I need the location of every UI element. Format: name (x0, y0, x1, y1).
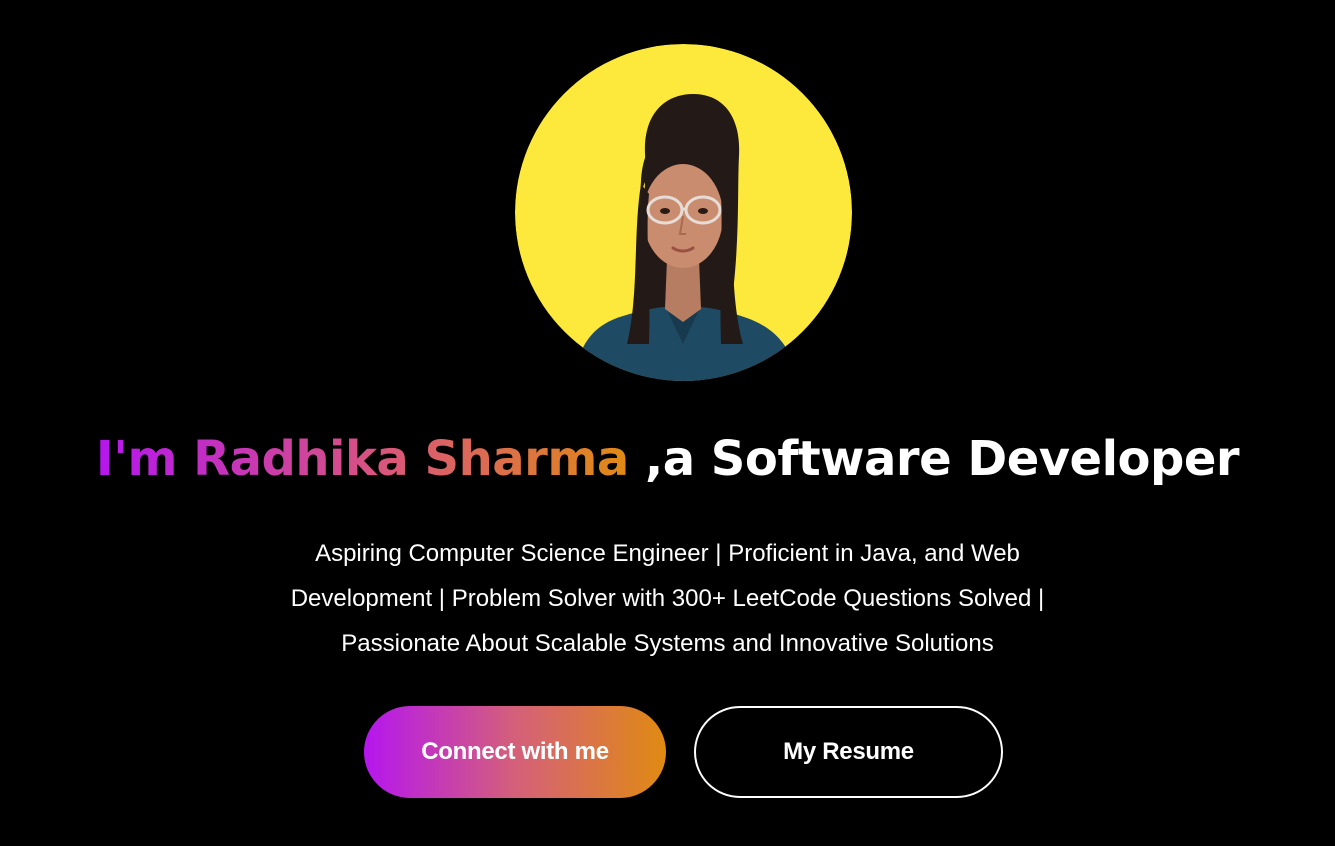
profile-avatar (515, 44, 852, 381)
tagline-line: Aspiring Computer Science Engineer | Pro… (315, 540, 1020, 567)
tagline: Aspiring Computer Science Engineer | Pro… (240, 531, 1095, 666)
tagline-line: Passionate About Scalable Systems and In… (341, 630, 994, 657)
my-resume-button[interactable]: My Resume (694, 706, 1003, 798)
connect-button-label: Connect with me (421, 738, 609, 765)
profile-photo-icon (515, 44, 852, 381)
connect-with-me-button[interactable]: Connect with me (364, 706, 666, 798)
headline-name: I'm Radhika Sharma (95, 431, 629, 487)
hero-section: I'm Radhika Sharma ,a Software Developer… (0, 0, 1335, 846)
page-title: I'm Radhika Sharma ,a Software Developer (0, 424, 1335, 494)
resume-button-label: My Resume (783, 738, 914, 765)
tagline-line: Development | Problem Solver with 300+ L… (290, 585, 1045, 612)
headline-role: ,a Software Developer (628, 431, 1240, 487)
